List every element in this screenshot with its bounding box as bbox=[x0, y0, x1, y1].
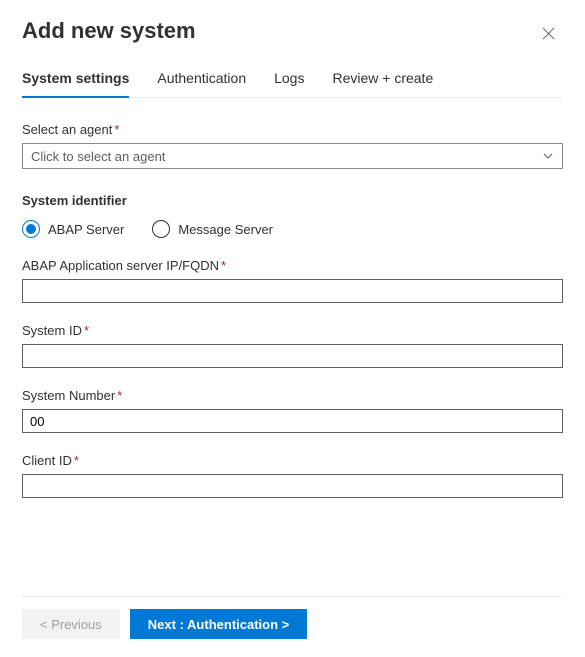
page-title: Add new system bbox=[22, 18, 196, 44]
agent-select-placeholder: Click to select an agent bbox=[31, 149, 165, 164]
previous-button[interactable]: < Previous bbox=[22, 609, 120, 639]
close-icon bbox=[542, 27, 555, 40]
next-button[interactable]: Next : Authentication > bbox=[130, 609, 307, 639]
client-id-input[interactable] bbox=[22, 474, 563, 498]
tab-review-create[interactable]: Review + create bbox=[332, 70, 433, 98]
client-id-label: Client ID* bbox=[22, 453, 563, 468]
system-number-label: System Number* bbox=[22, 388, 563, 403]
close-button[interactable] bbox=[533, 18, 563, 48]
radio-icon bbox=[152, 220, 170, 238]
radio-message-server[interactable]: Message Server bbox=[152, 220, 273, 238]
chevron-down-icon bbox=[542, 150, 554, 162]
abap-server-label: ABAP Application server IP/FQDN* bbox=[22, 258, 563, 273]
system-identifier-heading: System identifier bbox=[22, 193, 563, 208]
radio-abap-label: ABAP Server bbox=[48, 222, 124, 237]
agent-label: Select an agent* bbox=[22, 122, 563, 137]
tab-authentication[interactable]: Authentication bbox=[157, 70, 246, 98]
tab-bar: System settings Authentication Logs Revi… bbox=[22, 70, 563, 98]
agent-select[interactable]: Click to select an agent bbox=[22, 143, 563, 169]
system-number-input[interactable] bbox=[22, 409, 563, 433]
system-id-input[interactable] bbox=[22, 344, 563, 368]
radio-abap-server[interactable]: ABAP Server bbox=[22, 220, 124, 238]
tab-logs[interactable]: Logs bbox=[274, 70, 304, 98]
system-id-label: System ID* bbox=[22, 323, 563, 338]
tab-system-settings[interactable]: System settings bbox=[22, 70, 129, 98]
radio-message-label: Message Server bbox=[178, 222, 273, 237]
abap-server-input[interactable] bbox=[22, 279, 563, 303]
radio-icon bbox=[22, 220, 40, 238]
